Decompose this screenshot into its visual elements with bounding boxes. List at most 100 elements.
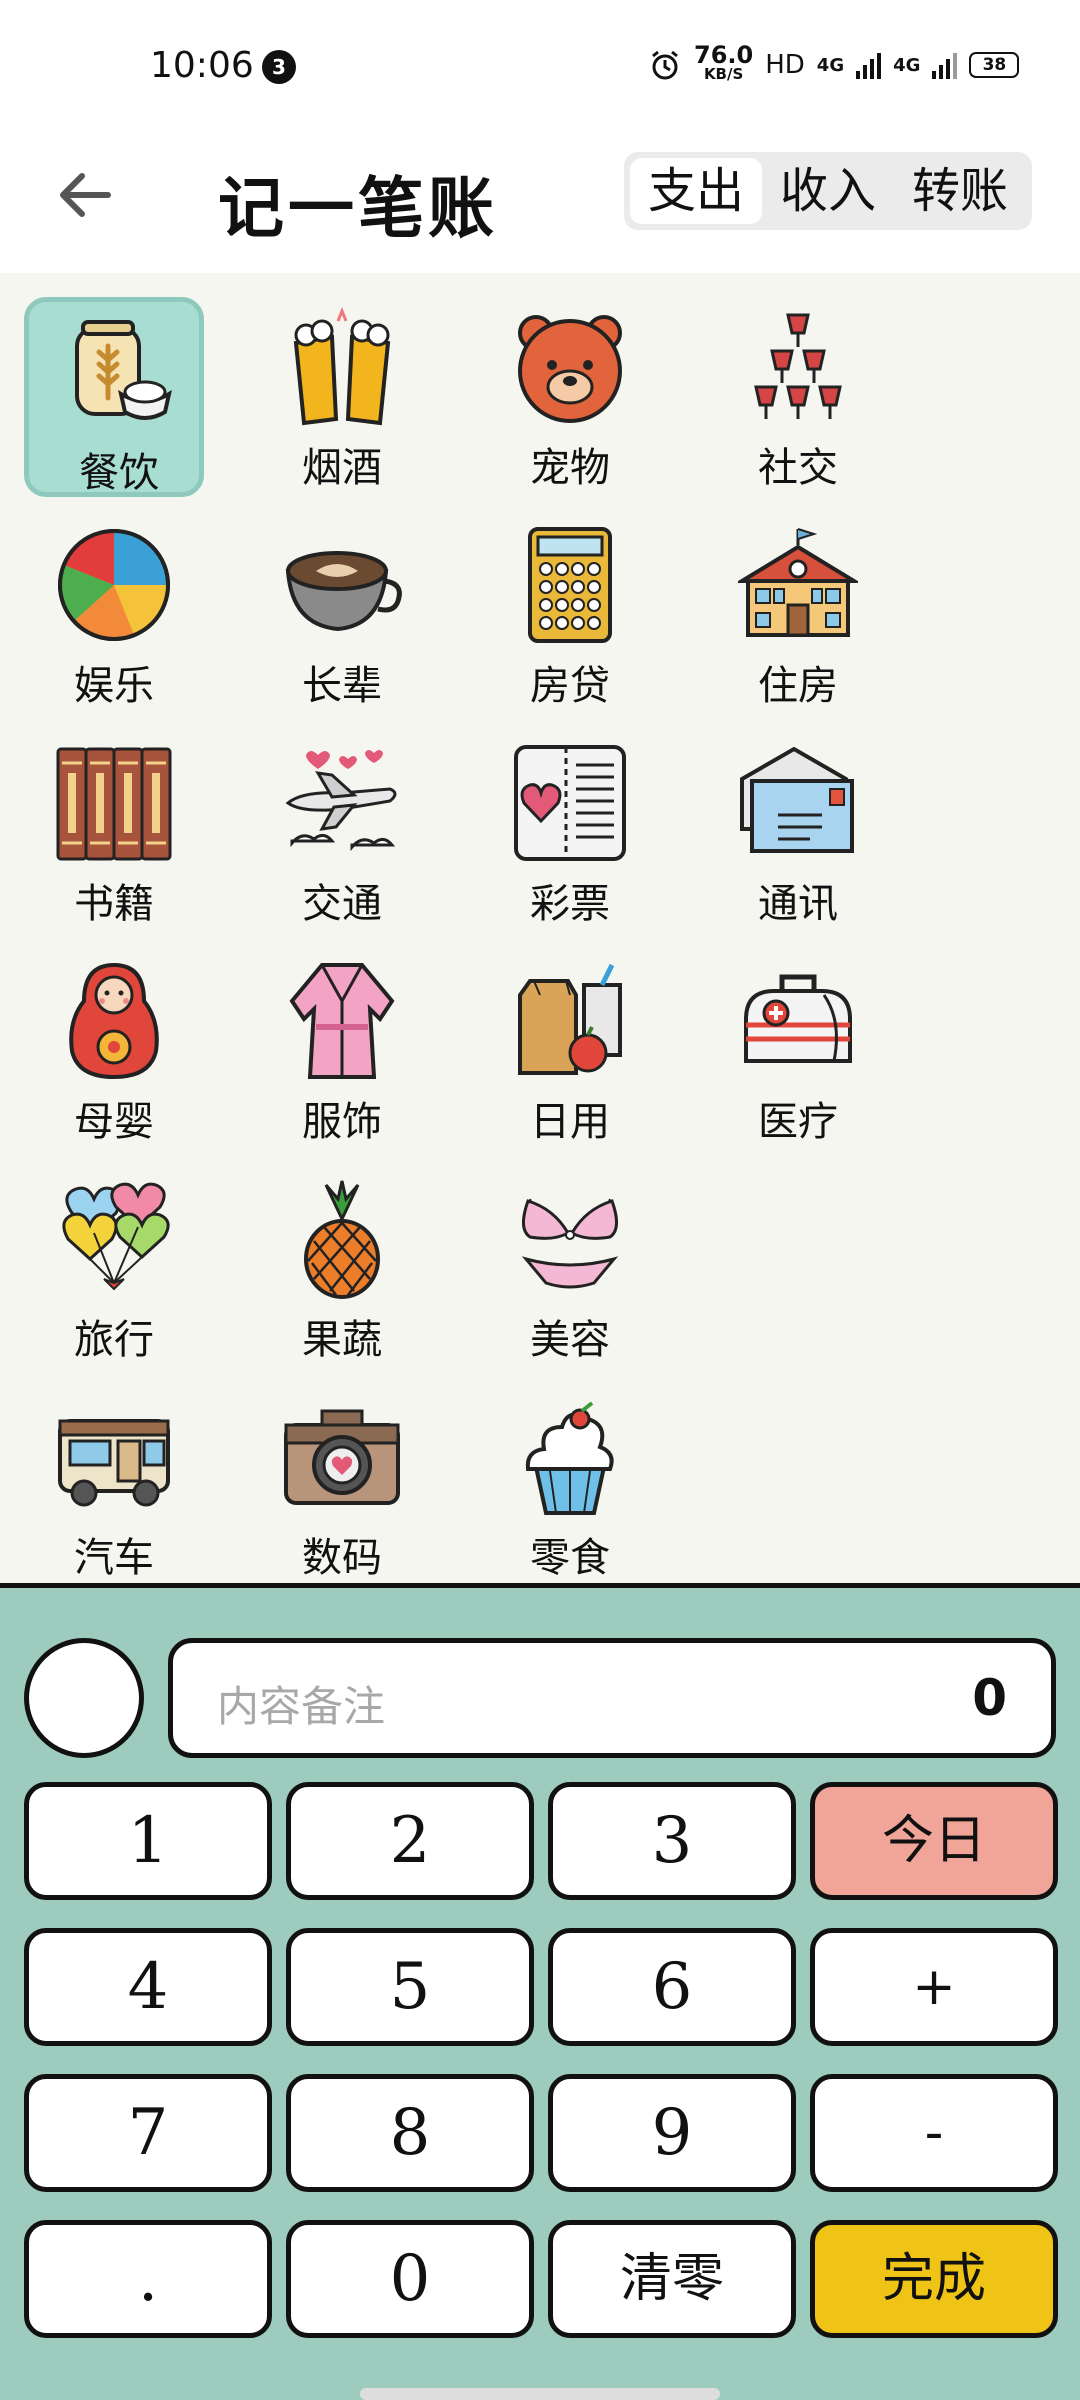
key-9[interactable]: 9 <box>548 2074 796 2192</box>
category-snacks[interactable]: 零食 <box>480 1387 660 1583</box>
bikini-icon <box>521 1198 619 1289</box>
status-time: 10:06 <box>150 45 254 86</box>
key-8[interactable]: 8 <box>286 2074 534 2192</box>
key-7[interactable]: 7 <box>24 2074 272 2192</box>
beach-ball-icon <box>58 529 170 641</box>
category-beauty[interactable]: 美容 <box>480 1169 660 1369</box>
net-speed: 76.0 KB/S <box>694 41 754 84</box>
category-medical[interactable]: 医疗 <box>708 951 888 1151</box>
encyclopedia-books-icon <box>56 747 172 861</box>
category-transport[interactable]: 交通 <box>252 733 432 933</box>
category-label: 社交 <box>758 445 838 491</box>
airplane-icon <box>285 750 397 852</box>
beer-mugs-icon <box>293 307 391 426</box>
key-0[interactable]: 0 <box>286 2220 534 2338</box>
page-title: 记一笔账 <box>218 170 498 247</box>
category-social[interactable]: 社交 <box>708 297 888 497</box>
category-pets[interactable]: 宠物 <box>480 297 660 497</box>
network-type-2: 4G <box>893 54 921 76</box>
key-2[interactable]: 2 <box>286 1782 534 1900</box>
camera-icon <box>284 1409 400 1505</box>
net-speed-value: 76.0 <box>694 41 754 69</box>
category-entertainment[interactable]: 娱乐 <box>24 515 204 715</box>
app-header: 记一笔账 支出 收入 转账 <box>0 135 1080 273</box>
category-label: 汽车 <box>74 1535 154 1581</box>
category-label: 烟酒 <box>302 445 382 491</box>
home-indicator <box>360 2388 720 2400</box>
cupcake-icon <box>525 1401 614 1515</box>
plus-button[interactable]: + <box>810 1928 1058 2046</box>
category-label: 娱乐 <box>74 663 154 709</box>
back-arrow-icon[interactable] <box>50 160 120 230</box>
pineapple-icon <box>304 1180 380 1299</box>
category-travel[interactable]: 旅行 <box>24 1169 204 1369</box>
category-mother-baby[interactable]: 母婴 <box>24 951 204 1151</box>
key-6[interactable]: 6 <box>548 1928 796 2046</box>
key-1[interactable]: 1 <box>24 1782 272 1900</box>
category-label: 日用 <box>530 1099 610 1145</box>
category-books[interactable]: 书籍 <box>24 733 204 933</box>
status-bar: 10:06 3 76.0 KB/S HD 4G 4G 38 <box>0 0 1080 135</box>
wine-glasses-icon <box>754 313 842 419</box>
category-lottery[interactable]: 彩票 <box>480 733 660 933</box>
key-5[interactable]: 5 <box>286 1928 534 2046</box>
camper-van-icon <box>58 1419 170 1507</box>
battery-icon: 38 <box>969 52 1020 78</box>
category-grid: 餐饮 烟酒 宠物 社交 娱乐 长辈 房贷 住房 书籍 交通 彩票 通讯 母婴 服… <box>0 273 1080 1583</box>
category-dining[interactable]: 餐饮 <box>24 297 204 497</box>
category-housing[interactable]: 住房 <box>708 515 888 715</box>
category-preview-circle[interactable] <box>24 1638 144 1758</box>
coffee-cup-icon <box>285 551 402 632</box>
category-label: 数码 <box>302 1535 382 1581</box>
grain-bowl-icon <box>75 320 172 420</box>
category-car[interactable]: 汽车 <box>24 1387 204 1583</box>
category-label: 房贷 <box>530 663 610 709</box>
key-3[interactable]: 3 <box>548 1782 796 1900</box>
category-clothing[interactable]: 服饰 <box>252 951 432 1151</box>
category-label: 服饰 <box>302 1099 382 1145</box>
clear-button[interactable]: 清零 <box>548 2220 796 2338</box>
note-input[interactable]: 内容备注 0 <box>168 1638 1056 1758</box>
heart-balloons-icon <box>62 1182 170 1291</box>
category-label: 美容 <box>530 1317 610 1363</box>
key-decimal[interactable]: . <box>24 2220 272 2338</box>
bear-face-icon <box>518 315 622 423</box>
medical-bag-icon <box>744 974 852 1063</box>
category-daily-use[interactable]: 日用 <box>480 951 660 1151</box>
category-digital[interactable]: 数码 <box>252 1387 432 1583</box>
house-icon <box>738 528 858 637</box>
lottery-ticket-icon <box>514 745 626 861</box>
category-label: 母婴 <box>74 1099 154 1145</box>
tab-income[interactable]: 收入 <box>762 158 894 224</box>
type-segmented-control: 支出 收入 转账 <box>624 152 1032 230</box>
note-placeholder: 内容备注 <box>217 1682 386 1731</box>
category-label: 旅行 <box>74 1317 154 1363</box>
category-communication[interactable]: 通讯 <box>708 733 888 933</box>
signal-icon-2 <box>932 51 958 79</box>
today-button[interactable]: 今日 <box>810 1782 1058 1900</box>
done-button[interactable]: 完成 <box>810 2220 1058 2338</box>
category-label: 医疗 <box>758 1099 838 1145</box>
category-mortgage[interactable]: 房贷 <box>480 515 660 715</box>
minus-button[interactable]: - <box>810 2074 1058 2192</box>
alarm-icon <box>652 50 678 80</box>
category-fruit-veg[interactable]: 果蔬 <box>252 1169 432 1369</box>
grocery-bag-icon <box>518 963 622 1075</box>
category-label: 通讯 <box>758 881 838 927</box>
category-tobacco-alcohol[interactable]: 烟酒 <box>252 297 432 497</box>
category-label: 长辈 <box>302 663 382 709</box>
tab-transfer[interactable]: 转账 <box>894 158 1026 224</box>
category-label: 书籍 <box>74 881 154 927</box>
signal-icon <box>856 51 882 79</box>
category-label: 果蔬 <box>302 1317 382 1363</box>
calculator-icon <box>528 527 612 643</box>
category-elders[interactable]: 长辈 <box>252 515 432 715</box>
envelope-icon <box>740 746 854 853</box>
matryoshka-doll-icon <box>69 962 159 1080</box>
category-label: 彩票 <box>530 881 610 927</box>
category-label: 宠物 <box>530 445 610 491</box>
category-label: 住房 <box>758 663 838 709</box>
tab-expense[interactable]: 支出 <box>630 158 762 224</box>
key-4[interactable]: 4 <box>24 1928 272 2046</box>
network-type-1: 4G <box>816 54 845 76</box>
